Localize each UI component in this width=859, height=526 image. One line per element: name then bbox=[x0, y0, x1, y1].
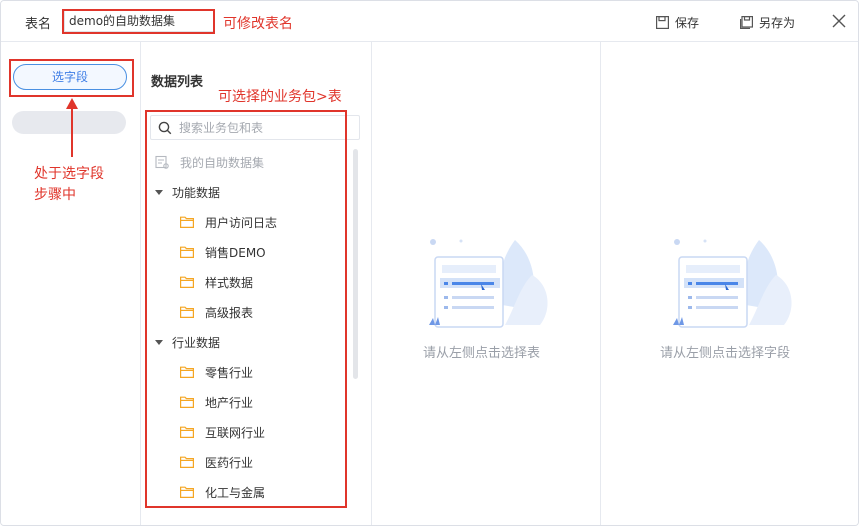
tree-scrollbar[interactable] bbox=[353, 149, 358, 379]
annotation-step-hint-line1: 处于选字段 bbox=[34, 166, 104, 182]
save-as-button[interactable]: 另存为 bbox=[740, 13, 795, 31]
table-empty-hint: 请从左侧点击选择表 bbox=[423, 346, 541, 361]
annotation-box-step bbox=[9, 59, 134, 97]
save-icon bbox=[656, 15, 669, 29]
annotation-rename-hint: 可修改表名 bbox=[223, 16, 293, 32]
field-panel: 请从左侧点击选择字段 bbox=[602, 42, 858, 525]
save-label: 保存 bbox=[675, 15, 700, 30]
table-name-label: 表名 bbox=[25, 17, 52, 32]
empty-state-illustration bbox=[673, 239, 792, 328]
save-as-label: 另存为 bbox=[759, 15, 796, 30]
annotation-arrow-icon bbox=[66, 98, 78, 157]
empty-state-illustration bbox=[429, 239, 548, 328]
self-service-dataset-dialog: 表名 demo的自助数据集 保存 另存为 选字段 数据列表 搜索业务包和表 我的… bbox=[0, 0, 859, 526]
save-as-icon bbox=[740, 15, 753, 29]
annotation-box-tree bbox=[145, 110, 347, 508]
save-button[interactable]: 保存 bbox=[656, 13, 699, 31]
annotation-box-table-name bbox=[62, 9, 215, 34]
table-panel: 请从左侧点击选择表 bbox=[373, 42, 601, 525]
data-list-title: 数据列表 bbox=[151, 75, 204, 90]
annotation-step-hint-line2: 步骤中 bbox=[34, 187, 76, 203]
annotation-select-hint: 可选择的业务包>表 bbox=[218, 89, 342, 105]
close-icon[interactable] bbox=[832, 14, 846, 28]
field-empty-hint: 请从左侧点击选择字段 bbox=[660, 346, 791, 361]
